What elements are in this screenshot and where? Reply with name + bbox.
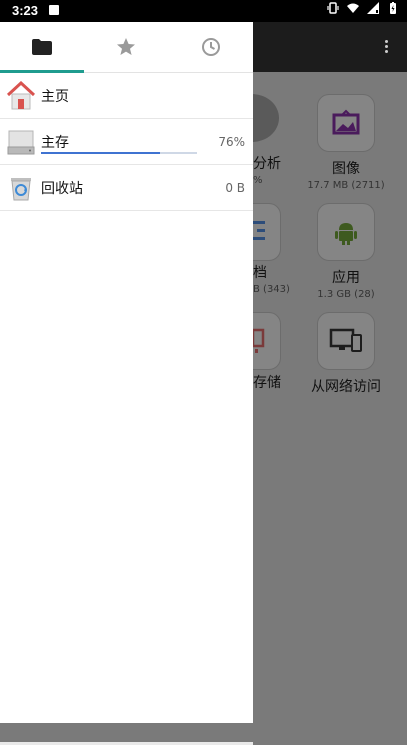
wifi-icon bbox=[347, 3, 359, 13]
hard-drive-icon bbox=[5, 126, 37, 158]
recycle-bin-icon bbox=[5, 172, 37, 204]
tile-label: 应用 bbox=[332, 270, 360, 286]
peek-label-analysis: 分析 bbox=[253, 156, 281, 172]
vibrate-icon bbox=[327, 2, 339, 14]
storage-usage-percent: 76% bbox=[218, 134, 245, 149]
drawer-tabs bbox=[0, 22, 253, 73]
tab-folders[interactable] bbox=[0, 22, 84, 72]
recycle-bin-size: 0 B bbox=[225, 180, 245, 195]
status-bar: 3:23 bbox=[0, 0, 407, 22]
signal-icon bbox=[367, 2, 379, 14]
android-icon bbox=[317, 203, 375, 261]
network-access-tile[interactable]: 从网络访问 bbox=[296, 312, 396, 396]
tile-label: 图像 bbox=[332, 161, 360, 177]
home-icon bbox=[5, 80, 37, 112]
document-lines-icon bbox=[253, 221, 265, 240]
drawer-item-primary-storage[interactable]: 主存 76% bbox=[0, 119, 253, 165]
drawer-item-label: 主存 bbox=[41, 134, 69, 151]
battery-icon bbox=[390, 2, 396, 14]
tab-favorites[interactable] bbox=[84, 22, 168, 72]
tile-sub: 1.3 GB (28) bbox=[317, 289, 375, 300]
peek-label-docs: 档 bbox=[253, 265, 267, 281]
drawer-item-home[interactable]: 主页 bbox=[0, 73, 253, 119]
peek-label-storage: 存储 bbox=[253, 375, 281, 391]
status-time: 3:23 bbox=[12, 3, 39, 18]
apps-tile[interactable]: 应用 1.3 GB (28) bbox=[296, 203, 396, 300]
image-icon bbox=[317, 94, 375, 152]
more-options-icon[interactable] bbox=[385, 38, 389, 55]
star-icon bbox=[117, 38, 136, 55]
monitor-partial-icon bbox=[253, 328, 265, 353]
tile-sub: 17.7 MB (2711) bbox=[307, 180, 385, 191]
folder-icon bbox=[32, 39, 53, 55]
clock-icon bbox=[201, 38, 220, 56]
devices-icon bbox=[317, 312, 375, 370]
peek-sub-docs: B (343) bbox=[253, 284, 290, 295]
drawer-item-label: 主页 bbox=[41, 88, 69, 105]
images-tile[interactable]: 图像 17.7 MB (2711) bbox=[296, 94, 396, 191]
peek-sub-analysis: % bbox=[253, 175, 263, 186]
storage-progress-bar bbox=[41, 152, 197, 154]
navigation-drawer: 主页 主存 76% 回收站 0 B bbox=[0, 22, 253, 745]
drawer-item-recycle-bin[interactable]: 回收站 0 B bbox=[0, 165, 253, 211]
drawer-item-label: 回收站 bbox=[41, 180, 83, 197]
tile-label: 从网络访问 bbox=[311, 379, 381, 395]
notification-a-icon bbox=[49, 5, 59, 15]
storage-progress-fill bbox=[41, 152, 160, 154]
status-icons bbox=[327, 2, 399, 14]
tab-recent[interactable] bbox=[169, 22, 253, 72]
